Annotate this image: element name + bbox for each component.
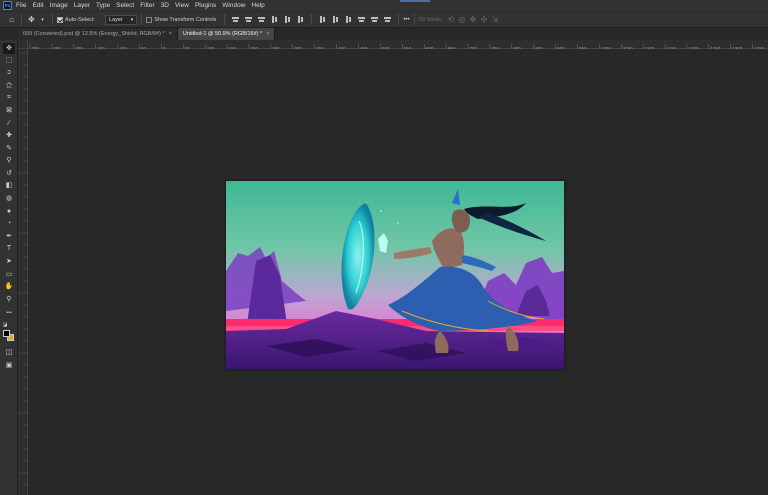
distribute-bottom-icon[interactable] <box>344 15 353 24</box>
align-bottom-icon[interactable] <box>296 15 305 24</box>
marquee-tool[interactable]: ⬚ <box>3 55 15 66</box>
rectangle-tool[interactable]: ▭ <box>3 269 15 280</box>
quick-mask-icon[interactable]: ◫ <box>3 347 15 358</box>
menu-window[interactable]: Window <box>222 2 245 9</box>
crop-tool[interactable]: ⌗ <box>3 92 15 103</box>
auto-select-label: Auto-Select: <box>65 16 95 23</box>
layer-select[interactable]: Layer ▾ <box>104 14 138 25</box>
menu-select[interactable]: Select <box>116 2 134 9</box>
dodge-tool[interactable]: ◔ <box>3 218 15 229</box>
align-top-icon[interactable] <box>270 15 279 24</box>
close-icon[interactable]: × <box>169 31 172 37</box>
canvas-workspace[interactable] <box>28 49 768 495</box>
document-tabs: 699 (Converted).psd @ 12.5% (Energy_Shie… <box>18 28 768 40</box>
ruler-corner <box>18 40 28 49</box>
separator <box>21 14 22 25</box>
brush-tool[interactable]: ✎ <box>3 143 15 154</box>
photoshop-logo: Ps <box>3 1 12 10</box>
3d-scale-icon[interactable]: ⇲ <box>489 15 500 24</box>
history-brush-tool[interactable]: ↺ <box>3 168 15 179</box>
healing-brush-tool[interactable]: ✚ <box>3 130 15 141</box>
separator <box>224 14 226 25</box>
screen-mode-icon[interactable]: ▣ <box>3 360 15 371</box>
paint-bucket-tool[interactable]: ◍ <box>3 193 15 204</box>
hand-tool[interactable]: ✋ <box>3 281 15 292</box>
3d-slide-icon[interactable]: ✣ <box>478 15 489 24</box>
vertical-ruler[interactable] <box>18 49 28 495</box>
align-middle-icon[interactable] <box>283 15 292 24</box>
move-tool-preset-icon[interactable]: ✥ <box>26 15 37 24</box>
menu-help[interactable]: Help <box>251 2 264 9</box>
distribute-right-icon[interactable] <box>383 15 392 24</box>
magic-wand-tool[interactable]: ⚝ <box>3 80 15 91</box>
document-canvas[interactable] <box>226 181 564 369</box>
menu-plugins[interactable]: Plugins <box>195 2 216 9</box>
options-bar: ⌂ ✥ ▾ Auto-Select: Layer ▾ Show Transfor… <box>0 11 768 28</box>
separator <box>141 14 143 25</box>
photoshop-window: Ps File Edit Image Layer Type Select Fil… <box>0 0 768 495</box>
more-options-button[interactable]: ••• <box>403 17 409 23</box>
menu-layer[interactable]: Layer <box>74 2 90 9</box>
tab-label: 699 (Converted).psd @ 12.5% (Energy_Shie… <box>23 31 165 37</box>
separator <box>311 14 313 25</box>
menu-bar: Ps File Edit Image Layer Type Select Fil… <box>0 0 768 11</box>
tab-label: Untitled-1 @ 50.9% (RGB/16#) * <box>182 31 263 37</box>
title-accent <box>400 0 430 2</box>
type-tool[interactable]: T <box>3 243 15 254</box>
chevron-down-icon[interactable]: ▾ <box>37 17 48 23</box>
path-selection-tool[interactable]: ➤ <box>3 256 15 267</box>
zoom-tool[interactable]: ⚲ <box>3 294 15 305</box>
align-right-icon[interactable] <box>257 15 266 24</box>
separator <box>52 14 53 25</box>
foreground-color-swatch[interactable] <box>3 330 10 337</box>
separator <box>398 14 400 25</box>
menu-view[interactable]: View <box>175 2 189 9</box>
menu-file[interactable]: File <box>16 2 26 9</box>
menu-edit[interactable]: Edit <box>32 2 43 9</box>
close-icon[interactable]: × <box>266 31 269 37</box>
horizontal-ruler[interactable]: 3002502001501005005010015020025030035040… <box>28 40 768 53</box>
distribute-center-icon[interactable] <box>370 15 379 24</box>
eraser-tool[interactable]: ◧ <box>3 180 15 191</box>
artwork-illustration <box>226 181 564 369</box>
ruler-ticks-vertical <box>18 52 28 486</box>
align-center-icon[interactable] <box>244 15 253 24</box>
transform-controls-label: Show Transform Controls <box>154 16 217 23</box>
3d-pan-icon[interactable]: ✥ <box>467 15 478 24</box>
transform-controls-checkbox[interactable] <box>146 16 153 23</box>
tools-panel: ✥ ⬚ ↄ ⚝ ⌗ ⊠ ⁄ ✚ ✎ ⚲ ↺ ◧ ◍ ● ◔ ✒ T ➤ ▭ ✋ … <box>0 40 18 495</box>
menu-image[interactable]: Image <box>50 2 68 9</box>
home-icon[interactable]: ⌂ <box>6 15 17 24</box>
distribute-middle-icon[interactable] <box>331 15 340 24</box>
tab-converted-psd[interactable]: 699 (Converted).psd @ 12.5% (Energy_Shie… <box>18 28 178 40</box>
tab-untitled-1[interactable]: Untitled-1 @ 50.9% (RGB/16#) * × <box>177 28 276 40</box>
menu-type[interactable]: Type <box>96 2 110 9</box>
menu-filter[interactable]: Filter <box>140 2 154 9</box>
edit-toolbar-button[interactable]: ••• <box>3 308 15 319</box>
frame-tool[interactable]: ⊠ <box>3 105 15 116</box>
3d-orbit-icon[interactable]: ⟲ <box>445 15 456 24</box>
blur-tool[interactable]: ● <box>3 206 15 217</box>
clone-stamp-tool[interactable]: ⚲ <box>3 155 15 166</box>
layer-select-value: Layer <box>108 16 123 23</box>
3d-roll-icon[interactable]: ◎ <box>456 15 467 24</box>
distribute-left-icon[interactable] <box>357 15 366 24</box>
chevron-down-icon: ▾ <box>130 16 134 23</box>
auto-select-checkbox[interactable] <box>57 16 63 23</box>
eyedropper-tool[interactable]: ⁄ <box>3 118 15 129</box>
distribute-top-icon[interactable] <box>318 15 327 24</box>
pen-tool[interactable]: ✒ <box>3 231 15 242</box>
3d-mode-label: 3D Mode: <box>418 16 443 23</box>
separator <box>413 14 415 25</box>
align-left-icon[interactable] <box>231 15 240 24</box>
move-tool[interactable]: ✥ <box>3 43 15 54</box>
lasso-tool[interactable]: ↄ <box>3 67 15 78</box>
menu-3d[interactable]: 3D <box>161 2 169 9</box>
